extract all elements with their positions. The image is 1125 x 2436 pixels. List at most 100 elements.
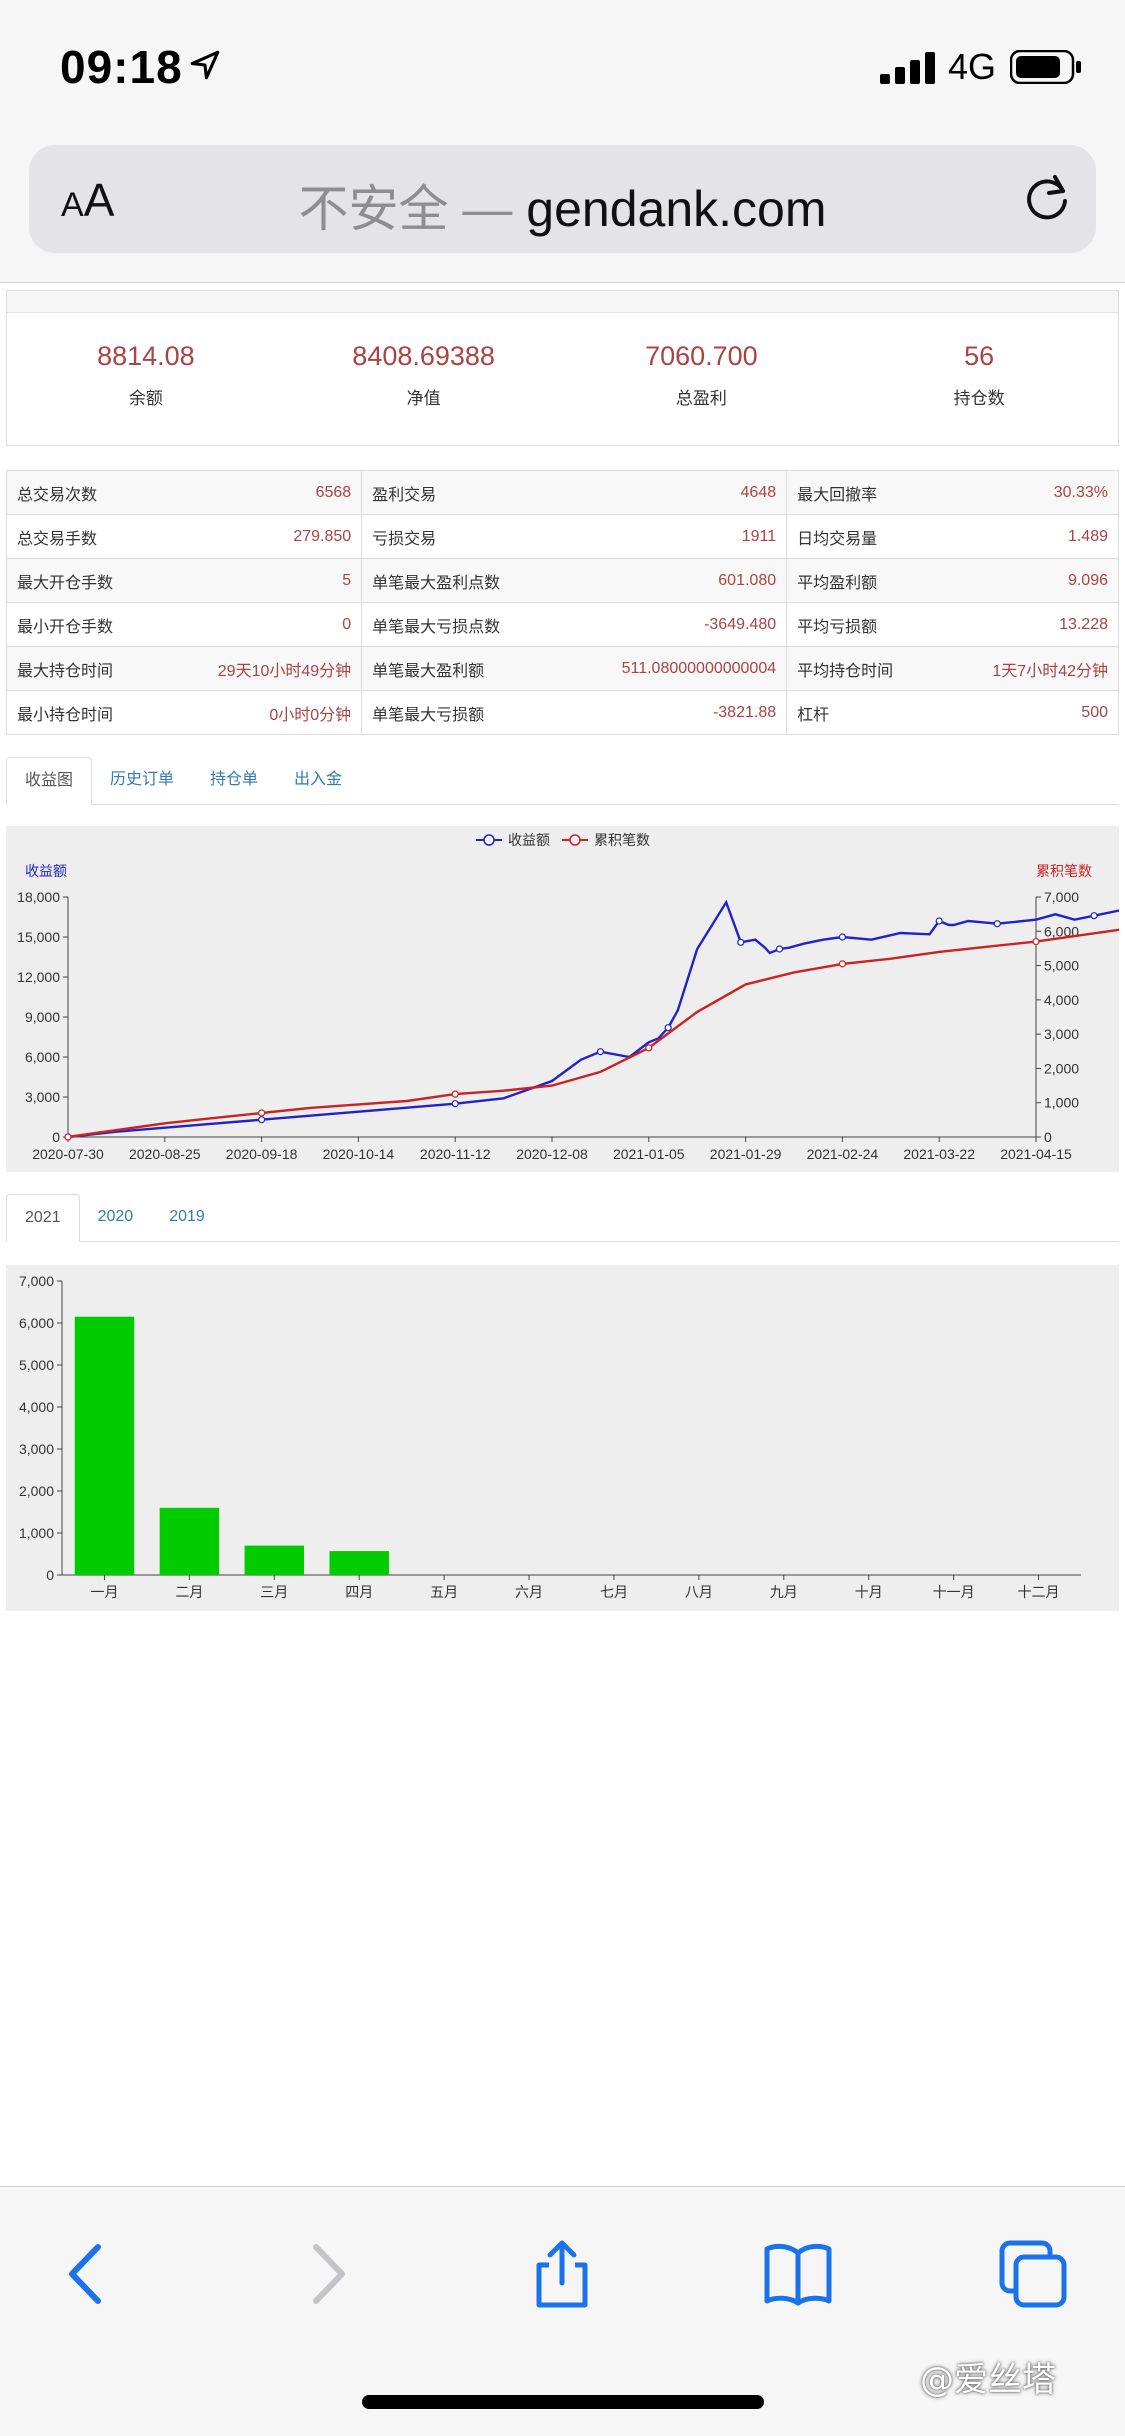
stat-value: -3649.480 — [556, 602, 788, 647]
stat-value: 0 — [159, 602, 363, 647]
y-tick-label-right: 5,000 — [1044, 958, 1079, 974]
stat-value: 1911 — [556, 514, 788, 559]
summary-label: 净值 — [406, 389, 441, 408]
y-axis-label-left: 收益额 — [25, 863, 67, 879]
y-tick-label: 6,000 — [19, 1315, 54, 1331]
summary-label: 持仓数 — [953, 389, 1005, 408]
reload-icon[interactable] — [1019, 171, 1075, 227]
account-summary: 8814.08 余额 8408.69388 净值 7060.700 总盈利 56… — [6, 290, 1119, 446]
watermark: @爱丝塔 — [920, 2360, 1056, 2400]
x-tick-label: 2020-10-14 — [323, 1146, 395, 1162]
tab-year-2021[interactable]: 2021 — [6, 1194, 80, 1242]
tab-profit-chart[interactable]: 收益图 — [6, 757, 93, 805]
y-tick-label-left: 15,000 — [17, 929, 60, 945]
x-tick-label: 十二月 — [1018, 1584, 1060, 1600]
x-tick-label: 2021-03-22 — [903, 1146, 975, 1162]
stat-value: 1天7小时42分钟 — [939, 646, 1119, 691]
browser-address-area: AA 不安全 — gendank.com — [0, 135, 1125, 283]
y-tick-label-left: 3,000 — [25, 1089, 60, 1105]
stat-value: 0小时0分钟 — [159, 690, 363, 735]
network-type: 4G — [948, 46, 997, 87]
y-tick-label-left: 12,000 — [17, 969, 60, 985]
x-tick-label: 三月 — [260, 1584, 288, 1600]
stat-label: 单笔最大亏损点数 — [361, 602, 557, 647]
series-point-0 — [935, 917, 943, 925]
x-tick-label: 2021-02-24 — [807, 1146, 879, 1162]
x-tick-label: 二月 — [175, 1584, 203, 1600]
summary-balance: 8814.08 余额 — [7, 313, 285, 445]
series-point-1 — [64, 1133, 72, 1141]
stat-label: 最大回撤率 — [786, 470, 940, 515]
y-axis-label-right: 累积笔数 — [1036, 863, 1092, 879]
x-tick-label: 2021-04-15 — [1000, 1146, 1072, 1162]
x-tick-label: 九月 — [770, 1584, 798, 1600]
stat-value: 13.228 — [939, 602, 1119, 647]
home-indicator — [362, 2395, 764, 2409]
address-bar[interactable]: AA 不安全 — gendank.com — [29, 145, 1096, 253]
x-tick-label: 2020-09-18 — [226, 1146, 298, 1162]
bookmarks-icon[interactable] — [763, 2239, 833, 2309]
not-secure-label: 不安全 — — [298, 181, 527, 237]
tab-year-2019[interactable]: 2019 — [151, 1194, 223, 1241]
stat-value: 1.489 — [939, 514, 1119, 559]
stat-label: 单笔最大盈利点数 — [361, 558, 557, 603]
tab-deposits-withdrawals[interactable]: 出入金 — [276, 757, 360, 804]
line-chart-svg: 18,00015,00012,0009,0006,0003,00007,0006… — [17, 832, 1125, 1162]
series-line-0 — [67, 899, 1125, 1139]
series-point-0 — [993, 920, 1001, 928]
x-tick-label: 2020-12-08 — [516, 1146, 588, 1162]
profit-line-chart: 18,000 15,000 12,000 9,000 6,000 3,000 0 7,000 6… — [6, 826, 1125, 1172]
bar-chart-svg: 7,000 6,000 5,000 4,000 3,000 2,000 1,000 0 一月 二月… — [19, 1273, 1081, 1600]
legend-marker-1 — [569, 834, 581, 846]
x-tick-label: 五月 — [430, 1584, 458, 1600]
back-icon[interactable] — [52, 2239, 122, 2309]
stat-label: 杠杆 — [786, 690, 940, 735]
stat-label: 最小开仓手数 — [5, 602, 160, 647]
x-tick-label: 七月 — [600, 1584, 628, 1600]
series-point-0 — [596, 1048, 605, 1056]
stat-value: 601.080 — [556, 558, 788, 603]
legend-label-1: 累积笔数 — [594, 832, 650, 848]
series-point-0 — [258, 1116, 266, 1124]
forward-icon[interactable] — [292, 2239, 362, 2309]
share-icon[interactable] — [527, 2239, 597, 2309]
tab-year-2020[interactable]: 2020 — [80, 1194, 152, 1241]
stat-value: 279.850 — [159, 514, 363, 559]
tab-open-positions[interactable]: 持仓单 — [192, 757, 276, 804]
table-row: 总交易手数 279.850 亏损交易 1911 日均交易量 1.489 — [5, 514, 1119, 559]
signal-strength-icon — [880, 52, 935, 84]
series-point-0 — [737, 938, 745, 946]
series-line-1 — [67, 927, 1125, 1139]
table-row: 最小持仓时间 0小时0分钟 单笔最大亏损额 -3821.88 杠杆 500 — [5, 690, 1119, 735]
y-tick-label: 1,000 — [19, 1525, 54, 1541]
stat-value: 6568 — [159, 470, 363, 515]
status-bar: 09:18 4G — [0, 0, 1125, 135]
tab-history-orders[interactable]: 历史订单 — [92, 757, 192, 804]
series-point-0 — [775, 945, 784, 953]
legend-marker-0 — [483, 834, 495, 846]
summary-value: 7060.700 — [645, 341, 758, 371]
trading-stats-table: 总交易次数 6568 盈利交易 4648 最大回撤率 30.33% 总交易手数 279.… — [5, 470, 1119, 735]
x-tick-label: 2020-11-12 — [420, 1146, 491, 1162]
summary-label: 总盈利 — [675, 389, 727, 408]
series-point-1 — [1032, 937, 1040, 946]
y-tick-label: 7,000 — [19, 1273, 54, 1289]
stat-label: 平均亏损额 — [786, 602, 940, 647]
x-tick-label: 一月 — [90, 1584, 118, 1600]
bar-4 — [329, 1551, 389, 1575]
series-point-0 — [838, 933, 847, 941]
x-tick-label: 六月 — [515, 1584, 543, 1600]
x-tick-label: 四月 — [345, 1584, 373, 1600]
y-tick-label: 3,000 — [19, 1441, 54, 1457]
stat-value: 29天10小时49分钟 — [159, 646, 363, 691]
tabs-icon[interactable] — [998, 2239, 1068, 2309]
series-point-0 — [1090, 912, 1098, 920]
url-text[interactable]: 不安全 — gendank.com — [29, 169, 1096, 241]
x-tick-label: 2021-01-05 — [613, 1146, 685, 1162]
location-arrow-icon — [190, 50, 220, 80]
y-tick-label-left: 6,000 — [25, 1049, 60, 1065]
table-row: 最大开仓手数 5 单笔最大盈利点数 601.080 平均盈利额 9.096 — [5, 558, 1119, 603]
stat-label: 单笔最大盈利额 — [361, 646, 557, 691]
series-point-0 — [664, 1024, 672, 1032]
summary-label: 余额 — [128, 389, 163, 408]
